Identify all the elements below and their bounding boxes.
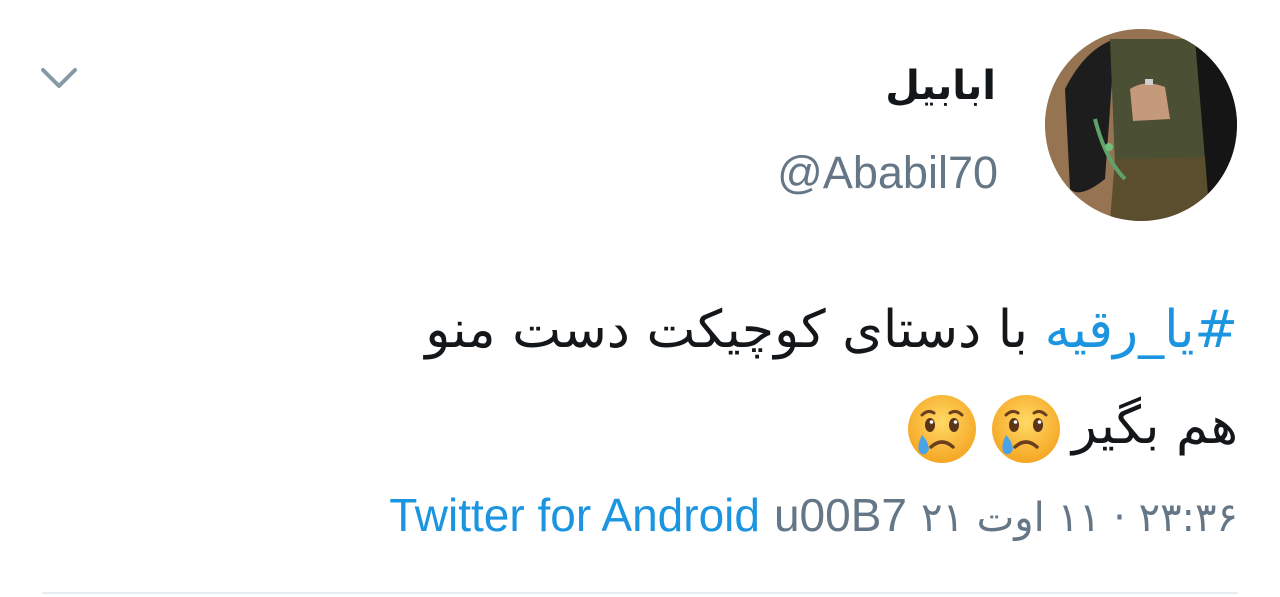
crying-face-emoji [991, 395, 1060, 463]
tweet-line-2: هم بگیر [158, 378, 1238, 474]
tweet-text: #یا_رقیه با دستای کوچیکت دست منو هم بگیر [158, 282, 1238, 474]
display-name[interactable]: ابابیل [885, 58, 996, 114]
source-link[interactable]: Twitter for Android [389, 488, 760, 542]
tweet-line-1: #یا_رقیه با دستای کوچیکت دست منو [158, 282, 1238, 378]
crying-face-emoji [907, 395, 976, 463]
tweet-line-1-text: با دستای کوچیکت دست منو [425, 300, 1045, 360]
user-handle[interactable]: @Ababil70 [777, 146, 998, 200]
avatar[interactable] [1045, 29, 1237, 221]
emoji-group [900, 391, 1068, 467]
hashtag-link[interactable]: #یا_رقیه [1045, 300, 1238, 360]
divider [42, 592, 1238, 594]
timestamp[interactable]: ۲۳:۳۶ · ۱۱ اوت ۲۱ [921, 495, 1238, 541]
separator: u00B7 [773, 489, 907, 541]
chevron-down-icon[interactable] [38, 62, 80, 94]
tweet-line-2-text: هم بگیر [1071, 396, 1238, 456]
tweet-meta: Twitter for Android u00B7 ۲۳:۳۶ · ۱۱ اوت… [389, 488, 1238, 542]
